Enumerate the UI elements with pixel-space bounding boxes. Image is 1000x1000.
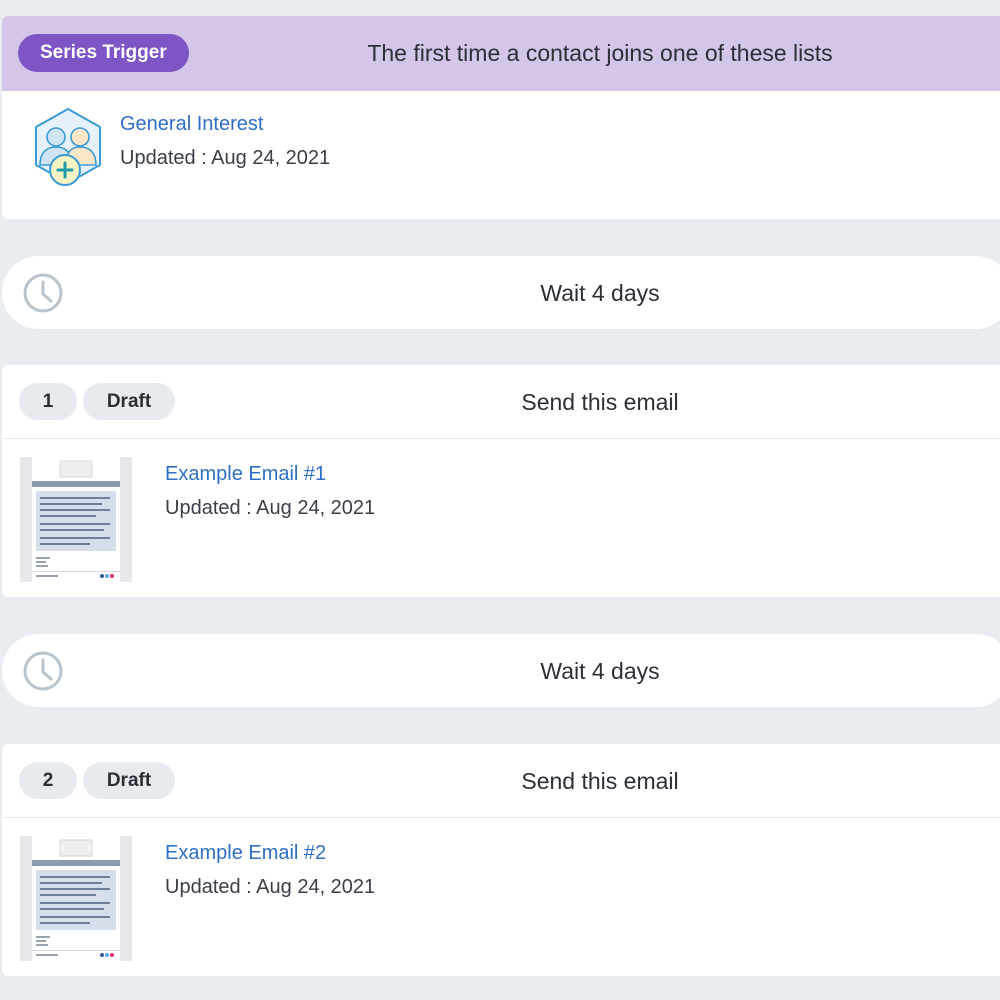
contact-list-add-icon (35, 107, 101, 186)
email-item[interactable]: Example Email #1 Updated : Aug 24, 2021 (2, 439, 1000, 597)
series-page: Series Trigger The first time a contact … (0, 0, 1000, 1000)
email-step-header: 2 Draft Send this email (2, 744, 1000, 818)
wait-step-label: Wait 4 days (540, 280, 660, 306)
email-item[interactable]: Example Email #2 Updated : Aug 24, 2021 (2, 818, 1000, 976)
trigger-header: Series Trigger The first time a contact … (2, 16, 1000, 91)
email-step-card: 2 Draft Send this email Example Email #2… (2, 744, 1000, 976)
email-step-title: Send this email (521, 768, 679, 794)
email-updated-date: Updated : Aug 24, 2021 (165, 876, 376, 898)
email-step-card: 1 Draft Send this email Example Email #1… (2, 365, 1000, 597)
wait-step-label: Wait 4 days (540, 658, 660, 684)
email-name-link[interactable]: Example Email #2 (165, 842, 326, 865)
trigger-list-item[interactable]: General Interest Updated : Aug 24, 2021 (2, 91, 1000, 219)
series-trigger-card: Series Trigger The first time a contact … (2, 16, 1000, 219)
list-updated-date: Updated : Aug 24, 2021 (120, 147, 331, 169)
list-name-link[interactable]: General Interest (120, 113, 263, 136)
wait-step-card[interactable]: Wait 4 days (2, 634, 1000, 707)
email-step-title: Send this email (521, 389, 679, 415)
email-name-link[interactable]: Example Email #1 (165, 463, 326, 486)
wait-step-card[interactable]: Wait 4 days (2, 256, 1000, 329)
email-thumbnail[interactable] (20, 457, 132, 582)
email-step-header: 1 Draft Send this email (2, 365, 1000, 439)
trigger-title: The first time a contact joins one of th… (367, 40, 833, 66)
email-thumbnail[interactable] (20, 836, 132, 961)
email-updated-date: Updated : Aug 24, 2021 (165, 497, 376, 519)
